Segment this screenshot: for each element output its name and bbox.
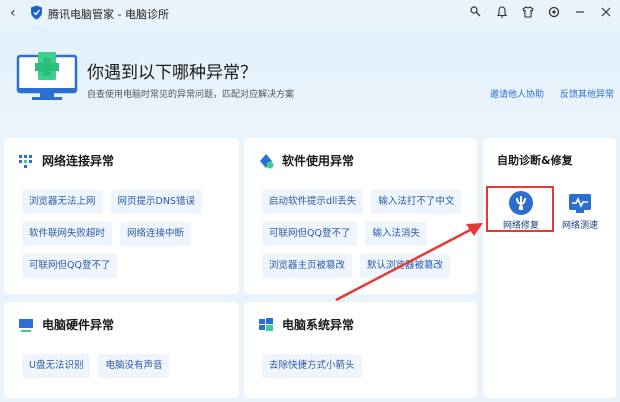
close-icon[interactable] bbox=[598, 4, 614, 20]
network-repair-icon bbox=[509, 191, 533, 215]
feedback-link[interactable]: 反馈其他异常 bbox=[560, 87, 614, 100]
clinic-monitor-icon bbox=[16, 52, 78, 100]
tool-label: 网络修复 bbox=[502, 221, 539, 231]
chip-default-browser-hijack[interactable]: 默认浏览器被篡改 bbox=[360, 254, 451, 278]
guard-shield-icon bbox=[31, 5, 42, 20]
chip-usb-unrecognized[interactable]: U盘无法识别 bbox=[22, 354, 91, 378]
chip-qq-login[interactable]: 可联网但QQ登不了 bbox=[22, 254, 118, 278]
network-icon bbox=[19, 154, 32, 168]
card-title: 电脑硬件异常 bbox=[42, 318, 115, 332]
network-repair-tool[interactable]: 网络修复 bbox=[489, 190, 553, 238]
card-title: 自助诊断&修复 bbox=[497, 154, 573, 167]
network-card: 网络连接异常 浏览器无法上网 网页提示DNS错误 软件联网失败超时 网络连接中断… bbox=[4, 138, 239, 294]
back-icon[interactable]: ‹ bbox=[10, 5, 16, 21]
message-icon[interactable] bbox=[494, 4, 510, 20]
page-title: 你遇到以下哪种异常？ bbox=[87, 63, 257, 83]
chip-browser-offline[interactable]: 浏览器无法上网 bbox=[22, 190, 103, 214]
windows-icon bbox=[259, 317, 273, 331]
chip-ime-no-chinese[interactable]: 输入法打不了中文 bbox=[371, 190, 462, 214]
shirt-icon[interactable] bbox=[520, 4, 536, 20]
software-card: 软件使用异常 启动软件提示dll丢失 输入法打不了中文 可联网但QQ登不了 输入… bbox=[244, 138, 477, 294]
chip-software-timeout[interactable]: 软件联网失败超时 bbox=[22, 222, 113, 246]
card-title: 电脑系统异常 bbox=[282, 318, 355, 332]
chip-network-interrupt[interactable]: 网络连接中断 bbox=[120, 222, 192, 246]
chip-homepage-hijack[interactable]: 浏览器主页被篡改 bbox=[262, 254, 353, 278]
skin-icon[interactable] bbox=[468, 4, 484, 20]
chip-dll-missing[interactable]: 启动软件提示dll丢失 bbox=[262, 190, 364, 214]
system-card: 电脑系统异常 去除快捷方式小箭头 bbox=[244, 302, 477, 398]
title-bar: ‹ 腾讯电脑管家 - 电脑诊所 bbox=[0, 0, 620, 26]
invite-help-link[interactable]: 邀请他人协助 bbox=[490, 87, 544, 100]
card-title: 软件使用异常 bbox=[282, 154, 355, 168]
speed-test-tool[interactable]: 网络测速 bbox=[548, 190, 612, 238]
window-title: 腾讯电脑管家 - 电脑诊所 bbox=[48, 8, 169, 21]
chip-ime-missing[interactable]: 输入法消失 bbox=[365, 222, 427, 246]
minimize-icon[interactable] bbox=[572, 4, 588, 20]
self-repair-card: 自助诊断&修复 bbox=[483, 138, 616, 398]
chip-remove-shortcut-arrow[interactable]: 去除快捷方式小箭头 bbox=[262, 354, 362, 378]
card-title: 网络连接异常 bbox=[42, 154, 115, 168]
page-subtitle: 自查使用电脑时常见的异常问题，匹配对应解决方案 bbox=[87, 90, 295, 100]
hardware-card: 电脑硬件异常 U盘无法识别 电脑没有声音 bbox=[4, 302, 239, 398]
chip-qq-login[interactable]: 可联网但QQ登不了 bbox=[262, 222, 358, 246]
hardware-icon bbox=[19, 318, 33, 332]
chip-dns-error[interactable]: 网页提示DNS错误 bbox=[110, 190, 202, 214]
software-icon bbox=[260, 153, 274, 168]
chip-no-sound[interactable]: 电脑没有声音 bbox=[98, 354, 170, 378]
settings-icon[interactable] bbox=[546, 4, 562, 20]
tool-label: 网络测速 bbox=[561, 221, 598, 231]
speed-test-icon bbox=[569, 194, 591, 213]
